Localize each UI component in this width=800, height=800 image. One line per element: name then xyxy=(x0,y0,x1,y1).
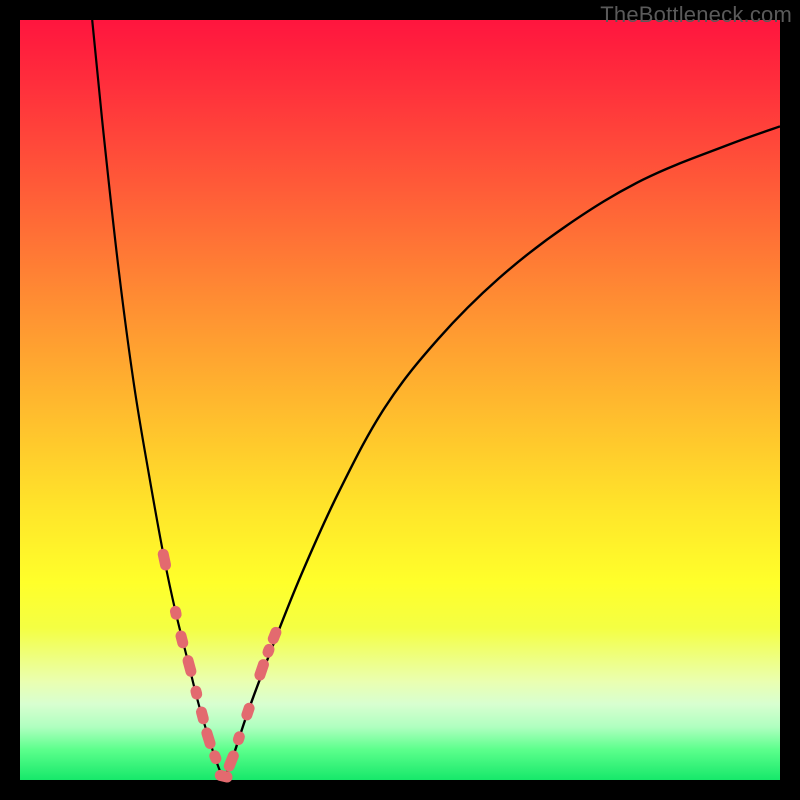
marker-dash xyxy=(195,705,210,725)
marker-dash xyxy=(253,658,270,682)
curve-right-branch xyxy=(224,126,780,780)
chart-frame: TheBottleneck.com xyxy=(0,0,800,800)
marker-dash xyxy=(208,749,223,766)
curve-left-branch xyxy=(92,20,223,780)
marker-dash xyxy=(189,684,203,700)
marker-dash xyxy=(169,605,183,621)
marker-dash xyxy=(222,749,240,774)
marker-dash xyxy=(240,701,256,722)
marker-dash xyxy=(231,730,246,747)
marker-dash xyxy=(174,629,189,649)
marker-dash xyxy=(181,654,197,678)
marker-dash xyxy=(200,726,217,750)
marker-cluster xyxy=(157,548,283,784)
marker-dash xyxy=(157,548,172,572)
chart-svg xyxy=(20,20,780,780)
plot-area xyxy=(20,20,780,780)
watermark-text: TheBottleneck.com xyxy=(600,2,792,28)
